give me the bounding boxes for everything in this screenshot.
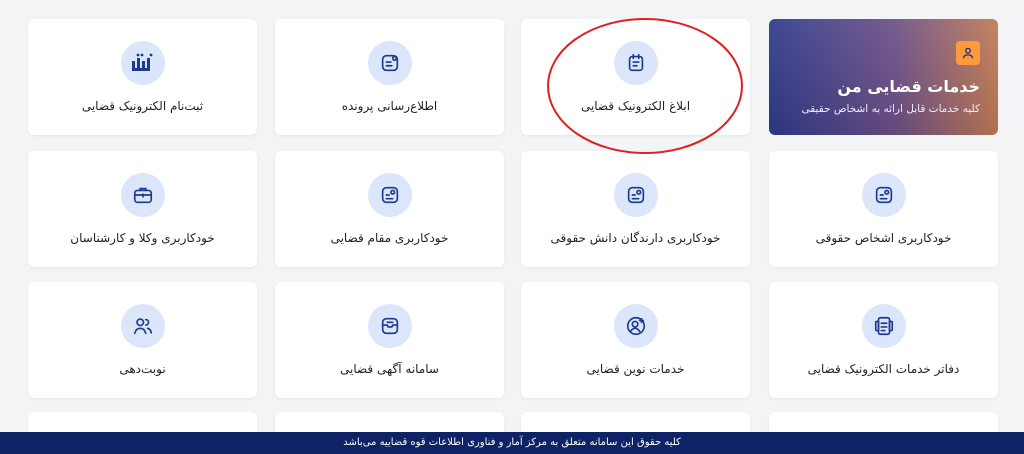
service-label: خدمات نوین قضایی [586,362,685,376]
service-label: نوبت‌دهی [119,362,166,376]
announcement-icon [367,304,412,348]
service-label: سامانه آگهی قضایی [340,362,439,376]
banner-title: خدمات قضایی من [837,77,980,96]
service-label: خودکاربری دارندگان دانش حقوقی [550,231,721,245]
service-card-legal-knowledge[interactable]: خودکاربری دارندگان دانش حقوقی [521,151,750,267]
service-card-judicial-announcements[interactable]: سامانه آگهی قضایی [275,282,504,398]
judicial-authority-icon [367,173,412,217]
service-label: ثبت‌نام الکترونیک قضایی [81,99,204,113]
my-judicial-services-banner[interactable]: خدمات قضایی من کلیه خدمات قابل ارائه به … [769,19,998,135]
service-label: دفاتر خدمات الکترونیک قضایی [807,362,960,376]
service-card-new-services[interactable]: خدمات نوین قضایی [521,282,750,398]
users-icon [120,304,165,348]
copyright-footer: کلیه حقوق این سامانه متعلق به مرکز آمار … [0,432,1024,454]
case-info-icon [367,41,412,85]
service-card-legal-entities[interactable]: خودکاربری اشخاص حقوقی [769,151,998,267]
service-card-service-offices[interactable]: دفاتر خدمات الکترونیک قضایی [769,282,998,398]
service-label: خودکاربری وکلا و کارشناسان [70,231,215,245]
service-card-registration[interactable]: ثبت‌نام الکترونیک قضایی [28,19,257,135]
legal-entity-icon [861,173,906,217]
user-icon [956,41,980,65]
service-label: اطلاع‌رسانی پرونده [341,99,438,113]
legal-knowledge-icon [613,173,658,217]
banner-subtitle: کلیه خدمات قابل ارائه به اشخاص حقیقی [801,103,980,115]
service-card-appointments[interactable]: نوبت‌دهی [28,282,257,398]
highlight-circle [547,18,743,154]
briefcase-icon [120,173,165,217]
service-label: خودکاربری مقام قضایی [330,231,449,245]
service-card-lawyers-experts[interactable]: خودکاربری وکلا و کارشناسان [28,151,257,267]
user-add-icon [613,304,658,348]
sana-logo-icon [120,41,165,85]
office-icon [861,304,906,348]
service-card-case-info[interactable]: اطلاع‌رسانی پرونده [275,19,504,135]
service-label: خودکاربری اشخاص حقوقی [815,231,952,245]
service-card-judicial-authority[interactable]: خودکاربری مقام قضایی [275,151,504,267]
